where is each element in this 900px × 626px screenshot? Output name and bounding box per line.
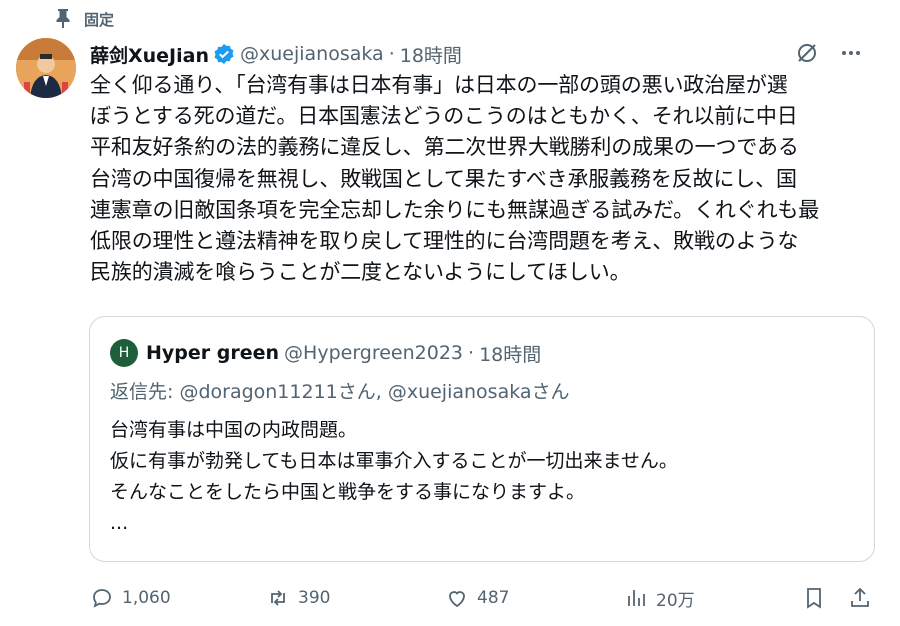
views-icon [628,590,645,606]
quoted-tweet-text: 台湾有事は中国の内政問題。 仮に有事が勃発しても日本は軍事介入することが一切出来… [110,419,678,534]
grok-icon[interactable] [794,40,820,66]
reply-to-line: 返信先: @doragon11211さん, @xuejianosakaさん [110,381,570,403]
quoted-tweet[interactable]: H Hyper green @Hypergreen2023 · 18時間 返信先… [89,316,875,562]
handle[interactable]: @xuejianosaka [240,43,384,65]
quoted-avatar[interactable]: H [110,339,138,367]
avatar[interactable] [16,38,76,98]
share-button[interactable] [848,586,872,610]
reply-icon [93,589,111,608]
separator-dot: · [388,43,395,65]
pinned-indicator: 固定 [52,8,114,30]
more-options-icon[interactable] [838,40,864,66]
like-button[interactable]: 487 [445,586,509,610]
like-count: 487 [477,588,510,608]
tweet-header: 薛剑XueJian @xuejianosaka · 18時間 [90,40,880,68]
quoted-handle[interactable]: @Hypergreen2023 [284,342,463,364]
repost-icon [271,590,285,606]
verified-badge-icon [213,43,235,65]
tweet-text: 全く仰る通り、「台湾有事は日本有事」は日本の一部の頭の悪い政治屋が選 ぼうとする… [90,73,820,285]
view-count: 20万 [656,590,695,611]
reply-count: 1,060 [122,588,171,608]
pinned-label: 固定 [84,10,115,29]
share-icon [851,587,869,607]
header-actions [794,40,864,66]
action-bar: 1,060 390 487 20万 [90,582,880,614]
pin-icon [52,8,74,30]
repost-count: 390 [298,588,331,608]
bookmark-icon [807,588,821,609]
timestamp[interactable]: 18時間 [400,41,462,68]
quoted-timestamp[interactable]: 18時間 [479,340,541,367]
repost-button[interactable]: 390 [266,586,330,610]
quoted-separator-dot: · [468,342,475,364]
bookmark-button[interactable] [802,586,826,610]
quoted-display-name[interactable]: Hyper green [146,342,279,364]
reply-button[interactable]: 1,060 [90,586,171,610]
views-button[interactable]: 20万 [624,586,695,611]
heart-icon [449,591,465,608]
quoted-tweet-header: H Hyper green @Hypergreen2023 · 18時間 [110,339,541,367]
display-name[interactable]: 薛剑XueJian [90,41,209,68]
